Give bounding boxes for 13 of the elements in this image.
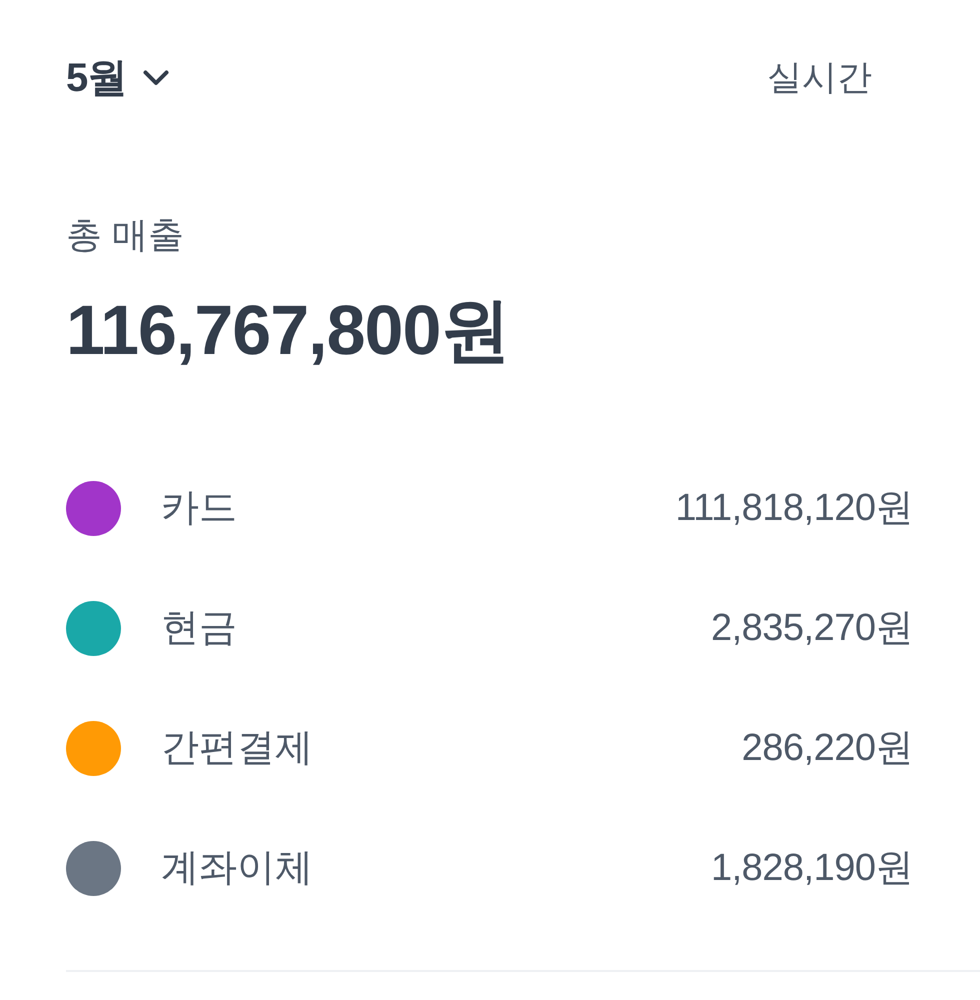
realtime-label: 실시간 [767,57,872,99]
payment-amount: 2,835,270원 [710,606,913,650]
total-sales-label: 총 매출 [66,213,186,257]
payment-amount: 111,818,120원 [675,486,913,530]
payment-amount: 1,828,190원 [710,846,913,890]
month-dropdown[interactable]: 5월 [66,50,170,106]
payment-method-name: 간편결제 [161,726,313,770]
payment-method-name: 카드 [161,486,237,530]
chevron-down-icon [143,70,170,86]
payment-amount: 286,220원 [742,726,913,770]
payment-method-name: 현금 [161,606,237,650]
payment-method-name: 계좌이체 [161,846,313,890]
total-sales-amount: 116,767,800원 [66,290,510,371]
